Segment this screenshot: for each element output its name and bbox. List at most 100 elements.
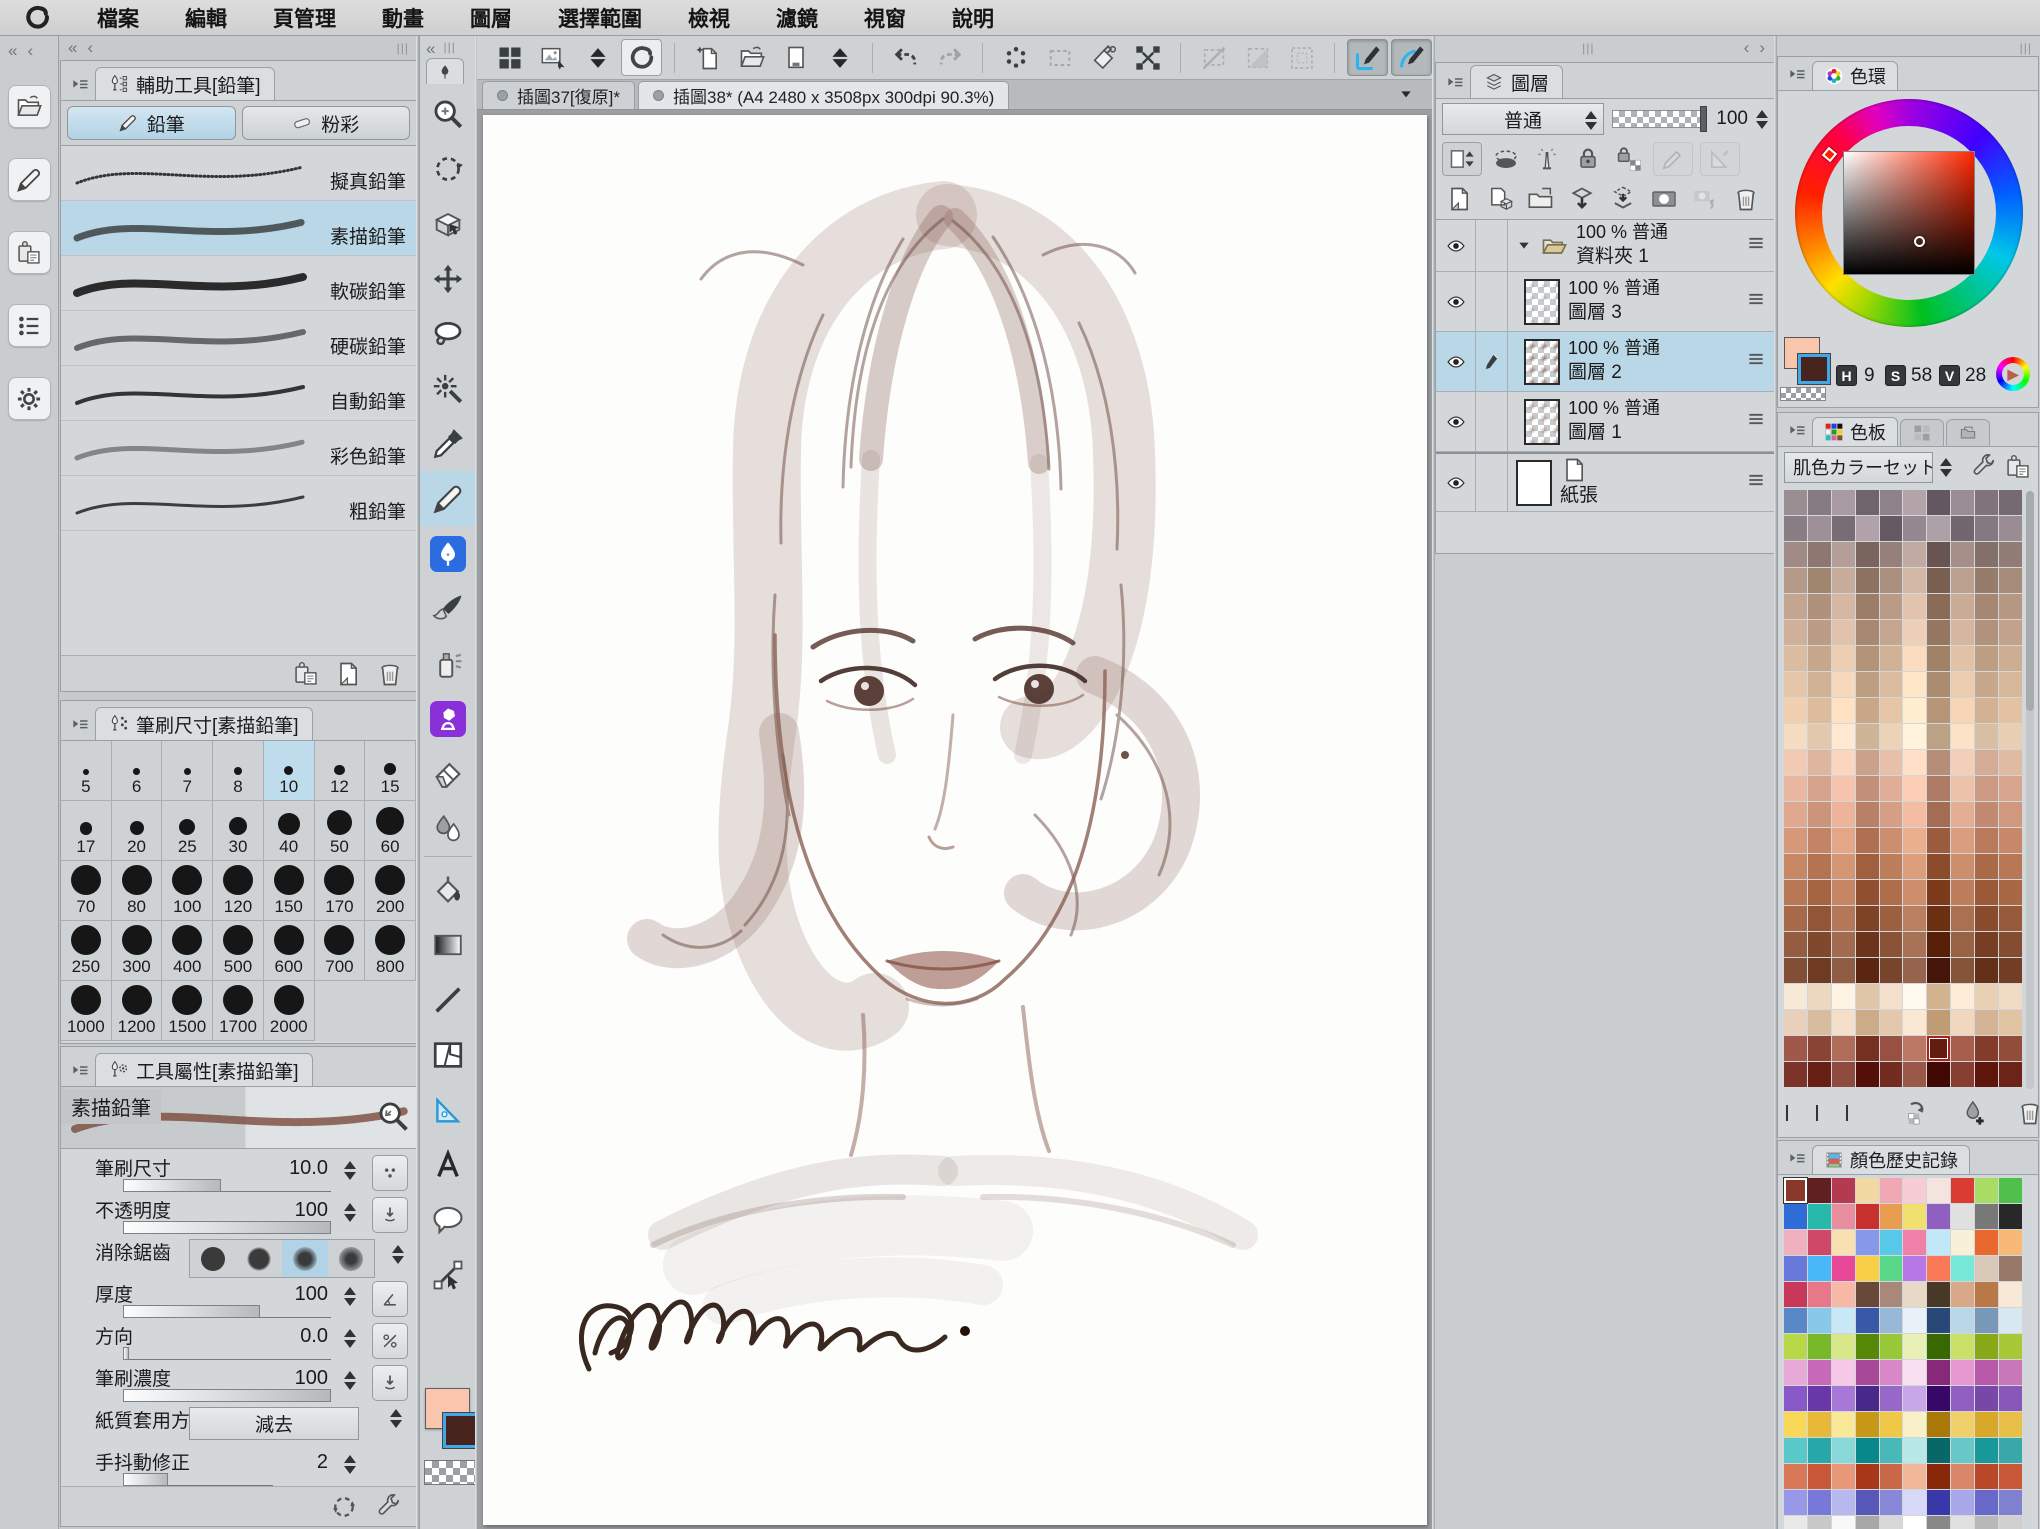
layer-opacity-slider[interactable] — [1612, 110, 1706, 128]
history-swatch[interactable] — [1784, 1386, 1807, 1411]
color-swatch[interactable] — [1808, 880, 1831, 905]
lock-transparent-pixels-button[interactable] — [1612, 142, 1646, 176]
color-swatch[interactable] — [1927, 1010, 1950, 1035]
history-swatch[interactable] — [1951, 1386, 1974, 1411]
history-swatch[interactable] — [1903, 1516, 1926, 1529]
brush-item-4[interactable]: 自動鉛筆 — [61, 366, 416, 421]
panel-menu-icon[interactable] — [67, 76, 93, 96]
tool-property-panel-tab[interactable]: 工具屬性[素描鉛筆] — [95, 1053, 313, 1086]
history-swatch[interactable] — [1999, 1204, 2022, 1229]
value-spinner[interactable] — [344, 1203, 356, 1222]
operation-tool[interactable] — [420, 196, 476, 251]
create-layer-mask-button[interactable] — [1647, 182, 1681, 216]
color-swatch[interactable] — [1856, 1010, 1879, 1035]
collapse-panels-icon[interactable]: « — [8, 42, 17, 59]
history-swatch[interactable] — [1927, 1308, 1950, 1333]
color-swatch[interactable] — [1784, 594, 1807, 619]
color-swatch[interactable] — [1999, 594, 2022, 619]
color-swatch[interactable] — [1832, 1010, 1855, 1035]
new-layer-folder-button[interactable] — [1524, 182, 1558, 216]
figure-tool[interactable] — [420, 972, 476, 1027]
move-layer-tool[interactable] — [420, 251, 476, 306]
color-swatch[interactable] — [1880, 1062, 1903, 1087]
value-spinner[interactable] — [392, 1245, 404, 1264]
snap-to-special-ruler-button[interactable] — [1391, 39, 1432, 76]
color-swatch[interactable] — [1856, 646, 1879, 671]
history-swatch[interactable] — [1927, 1334, 1950, 1359]
brush-size-2000[interactable]: 2000 — [264, 981, 315, 1041]
eye-icon[interactable] — [1446, 292, 1466, 312]
brush-item-3[interactable]: 硬碳鉛筆 — [61, 311, 416, 366]
color-swatch[interactable] — [1832, 672, 1855, 697]
color-swatch[interactable] — [1927, 776, 1950, 801]
history-swatch[interactable] — [1951, 1230, 1974, 1255]
history-swatch[interactable] — [1880, 1360, 1903, 1385]
history-swatch[interactable] — [1832, 1360, 1855, 1385]
panel-grip[interactable]: ||| — [397, 41, 409, 55]
color-swatch[interactable] — [1951, 1036, 1974, 1061]
color-swatch[interactable] — [1880, 802, 1903, 827]
color-swatch[interactable] — [1903, 1062, 1926, 1087]
color-swatch[interactable] — [1880, 594, 1903, 619]
color-swatch[interactable] — [1808, 906, 1831, 931]
history-swatch[interactable] — [1999, 1256, 2022, 1281]
color-swatch[interactable] — [1927, 750, 1950, 775]
color-swatch[interactable] — [1975, 854, 1998, 879]
color-swatch[interactable] — [1999, 620, 2022, 645]
gradient-tool[interactable] — [420, 917, 476, 972]
color-swatch[interactable] — [1951, 750, 1974, 775]
layer-row-4[interactable]: 紙張 — [1436, 452, 1774, 512]
history-swatch[interactable] — [1903, 1230, 1926, 1255]
subtool-group-tab-0[interactable]: 鉛筆 — [67, 106, 236, 140]
brush-size-10[interactable]: 10 — [264, 741, 315, 801]
tool-settings-icon[interactable] — [374, 1493, 402, 1521]
brush-size-100[interactable]: 100 — [162, 861, 213, 921]
color-swatch[interactable] — [1999, 750, 2022, 775]
default-color-swatch[interactable] — [1816, 1105, 1818, 1121]
color-swatch[interactable] — [1856, 828, 1879, 853]
color-swatch[interactable] — [1951, 594, 1974, 619]
scroll-column-icon[interactable]: ‹ — [87, 39, 93, 56]
toolbar-spinner[interactable] — [577, 39, 618, 76]
history-swatch[interactable] — [1880, 1490, 1903, 1515]
color-swatch[interactable] — [1856, 542, 1879, 567]
color-swatch[interactable] — [1903, 750, 1926, 775]
color-swatch[interactable] — [1927, 958, 1950, 983]
history-swatch[interactable] — [1927, 1464, 1950, 1489]
history-swatch[interactable] — [1880, 1308, 1903, 1333]
color-swatch[interactable] — [1927, 698, 1950, 723]
color-swatch[interactable] — [1832, 646, 1855, 671]
color-swatch[interactable] — [1903, 698, 1926, 723]
subtool-shortcut-button[interactable] — [8, 231, 51, 274]
blend-mode-select[interactable]: 普通 — [1442, 103, 1604, 135]
brush-size-20[interactable]: 20 — [112, 801, 163, 861]
color-swatch[interactable] — [1975, 620, 1998, 645]
color-swatch[interactable] — [1880, 958, 1903, 983]
history-swatch[interactable] — [1975, 1334, 1998, 1359]
history-swatch[interactable] — [1832, 1282, 1855, 1307]
history-swatch[interactable] — [1832, 1516, 1855, 1529]
replace-color-button[interactable] — [1890, 1099, 1932, 1127]
color-swatch[interactable] — [1880, 880, 1903, 905]
color-swatch[interactable] — [1999, 802, 2022, 827]
color-swatch[interactable] — [1832, 776, 1855, 801]
color-swatch[interactable] — [1856, 958, 1879, 983]
tri-down-icon[interactable] — [1516, 238, 1532, 254]
color-swatch[interactable] — [1927, 568, 1950, 593]
history-swatch[interactable] — [1808, 1386, 1831, 1411]
ruler-tool[interactable] — [420, 1082, 476, 1137]
panel-grip[interactable]: ||| — [2020, 41, 2032, 55]
list-shortcut-button[interactable] — [8, 304, 51, 347]
merge-to-lower-button[interactable] — [1606, 182, 1640, 216]
page-manager-button[interactable] — [775, 39, 816, 76]
layer-row-2[interactable]: 100 % 普通圖層 2 — [1436, 332, 1774, 392]
brush-size-400[interactable]: 400 — [162, 921, 213, 981]
color-swatch[interactable] — [1951, 802, 1974, 827]
history-swatch[interactable] — [1999, 1334, 2022, 1359]
property-slider[interactable] — [123, 1179, 331, 1192]
brush-size-80[interactable]: 80 — [112, 861, 163, 921]
color-swatch[interactable] — [1832, 828, 1855, 853]
history-swatch[interactable] — [1903, 1412, 1926, 1437]
brush-size-600[interactable]: 600 — [264, 921, 315, 981]
menu-item-5[interactable]: 選擇範圍 — [558, 3, 642, 33]
